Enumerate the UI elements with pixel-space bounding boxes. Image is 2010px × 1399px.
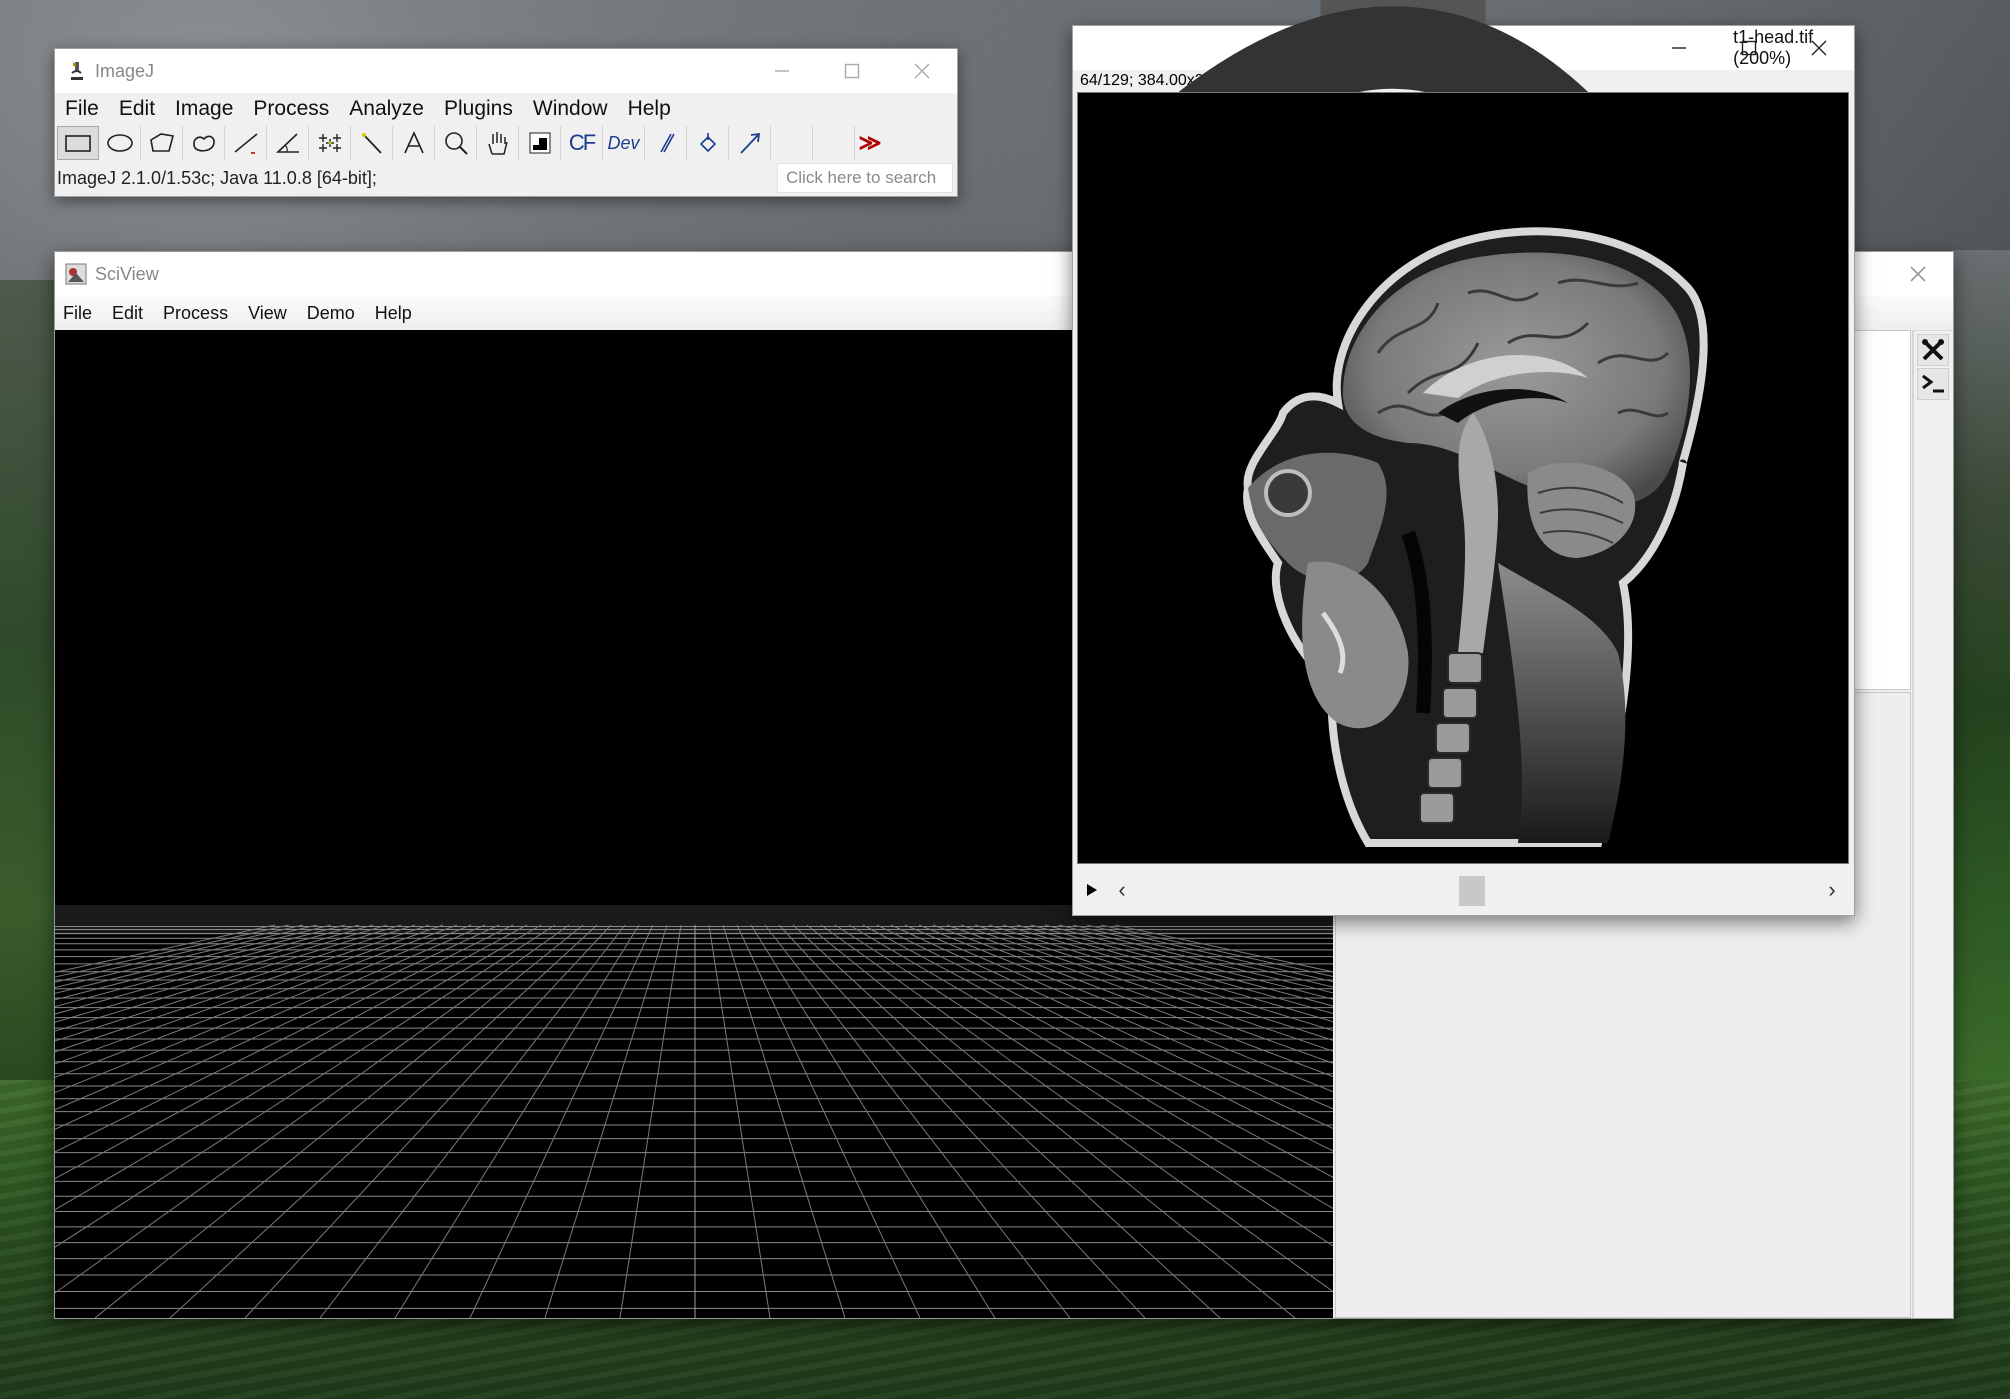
- empty-tool-slot-2[interactable]: [813, 126, 855, 160]
- arrow-tool[interactable]: [729, 126, 771, 160]
- more-tools-button[interactable]: ≫: [855, 126, 885, 160]
- close-button[interactable]: [1784, 26, 1854, 70]
- imagej-menu-plugins[interactable]: Plugins: [444, 97, 513, 121]
- sciview-menu-demo[interactable]: Demo: [307, 303, 355, 324]
- line-icon: [233, 133, 258, 154]
- multipoint-icon: [318, 134, 341, 152]
- close-icon: [914, 63, 930, 79]
- angle-icon: [275, 133, 299, 153]
- hand-icon: [487, 132, 508, 155]
- rectangle-icon: [65, 135, 91, 152]
- slice-scrollbar[interactable]: ‹ ›: [1107, 872, 1847, 908]
- minimize-icon: [775, 70, 789, 72]
- brush-icon: [659, 133, 675, 153]
- close-icon: [1811, 40, 1827, 56]
- sciview-menu-file[interactable]: File: [63, 303, 92, 324]
- imagej-window-title: ImageJ: [95, 60, 155, 81]
- desktop-background-right: [1952, 250, 2010, 1080]
- color-picker-icon: [529, 132, 550, 154]
- imagej-status-bar: ImageJ 2.1.0/1.53c; Java 11.0.8 [64-bit]…: [55, 161, 957, 195]
- sciview-window-title: SciView: [95, 263, 159, 284]
- more-tools-icon: ≫: [858, 130, 882, 155]
- slice-slider-bar: ‹ ›: [1073, 868, 1854, 912]
- oval-tool[interactable]: [99, 126, 141, 160]
- color-picker-tool[interactable]: [519, 126, 561, 160]
- animation-play-button[interactable]: [1081, 875, 1103, 905]
- flood-fill-icon: [699, 133, 716, 153]
- chevron-left-icon: ‹: [1118, 877, 1126, 902]
- oval-icon: [106, 134, 133, 152]
- rectangle-tool[interactable]: [57, 126, 99, 160]
- wand-icon: [361, 133, 382, 154]
- imagej-status-text: ImageJ 2.1.0/1.53c; Java 11.0.8 [64-bit]…: [57, 167, 377, 188]
- magnifier-icon: [444, 132, 468, 155]
- empty-tool-slot-1[interactable]: [771, 126, 813, 160]
- angle-tool[interactable]: [267, 126, 309, 160]
- imagej-menu-window[interactable]: Window: [533, 97, 608, 121]
- imagej-toolbar: CF Dev ≫: [55, 125, 957, 161]
- chevron-right-icon: ›: [1828, 877, 1836, 902]
- sciview-menu-view[interactable]: View: [248, 303, 287, 324]
- line-tool[interactable]: [225, 126, 267, 160]
- text-icon: [403, 131, 424, 154]
- mri-sagittal-head-image: [1243, 227, 1708, 847]
- multipoint-tool[interactable]: [309, 126, 351, 160]
- cf-tool[interactable]: CF: [561, 126, 603, 160]
- arrow-icon: [739, 132, 760, 154]
- minimize-icon: [1672, 47, 1686, 49]
- scroll-right-button[interactable]: ›: [1817, 872, 1847, 908]
- hand-tool[interactable]: [477, 126, 519, 160]
- maximize-button[interactable]: [817, 49, 887, 93]
- console-prompt-icon: [1922, 374, 1944, 393]
- image-window: t1-head.tif (200%) 64/129; 384.00x384.00…: [1072, 0, 1855, 916]
- sciview-menu-edit[interactable]: Edit: [112, 303, 143, 324]
- play-icon: [1087, 884, 1097, 896]
- freehand-icon: [192, 135, 215, 152]
- sciview-menu-process[interactable]: Process: [163, 303, 228, 324]
- close-icon: [1910, 266, 1926, 282]
- image-canvas[interactable]: [1077, 92, 1849, 864]
- brush-tool[interactable]: [645, 126, 687, 160]
- scroll-left-button[interactable]: ‹: [1107, 872, 1137, 908]
- microscope-icon: [71, 62, 83, 80]
- sciview-app-icon: [65, 263, 87, 285]
- sciview-menu-help[interactable]: Help: [375, 303, 412, 324]
- flood-fill-tool[interactable]: [687, 126, 729, 160]
- slice-scrollbar-thumb[interactable]: [1458, 876, 1485, 906]
- minimize-button[interactable]: [1644, 26, 1714, 70]
- search-field[interactable]: Click here to search: [777, 163, 953, 193]
- dev-tool[interactable]: Dev: [603, 126, 645, 160]
- maximize-button[interactable]: [1714, 26, 1784, 70]
- sciview-tools-button[interactable]: [1917, 334, 1949, 366]
- imagej-menu-help[interactable]: Help: [628, 97, 671, 121]
- magnifier-tool[interactable]: [435, 126, 477, 160]
- imagej-main-window: ImageJ File Edit Image Process Analyze P…: [54, 48, 958, 197]
- polygon-tool[interactable]: [141, 126, 183, 160]
- sciview-inspector-tree-panel[interactable]: [1853, 330, 1911, 690]
- maximize-icon: [1741, 40, 1757, 56]
- imagej-menu-file[interactable]: File: [65, 97, 99, 121]
- text-tool[interactable]: [393, 126, 435, 160]
- imagej-window-controls: [747, 49, 957, 93]
- minimize-button[interactable]: [747, 49, 817, 93]
- tools-wrench-icon: [1922, 339, 1944, 361]
- imagej-menu-analyze[interactable]: Analyze: [349, 97, 424, 121]
- cf-tool-label: CF: [568, 130, 596, 155]
- imagej-menu-edit[interactable]: Edit: [119, 97, 155, 121]
- sciview-side-divider[interactable]: [1912, 330, 1914, 1318]
- maximize-icon: [844, 63, 860, 79]
- polygon-icon: [149, 133, 174, 152]
- sciview-close-button[interactable]: [1883, 252, 1953, 296]
- imagej-menu-image[interactable]: Image: [175, 97, 233, 121]
- image-window-titlebar[interactable]: t1-head.tif (200%): [1073, 0, 1854, 420]
- imagej-menu-process[interactable]: Process: [253, 97, 329, 121]
- image-window-controls: [1644, 26, 1854, 70]
- sciview-console-button[interactable]: [1917, 368, 1949, 400]
- freehand-tool[interactable]: [183, 126, 225, 160]
- imagej-titlebar[interactable]: ImageJ: [55, 49, 957, 93]
- close-button[interactable]: [887, 49, 957, 93]
- wand-tool[interactable]: [351, 126, 393, 160]
- dev-tool-label: Dev: [607, 132, 640, 153]
- imagej-menubar: File Edit Image Process Analyze Plugins …: [55, 93, 957, 125]
